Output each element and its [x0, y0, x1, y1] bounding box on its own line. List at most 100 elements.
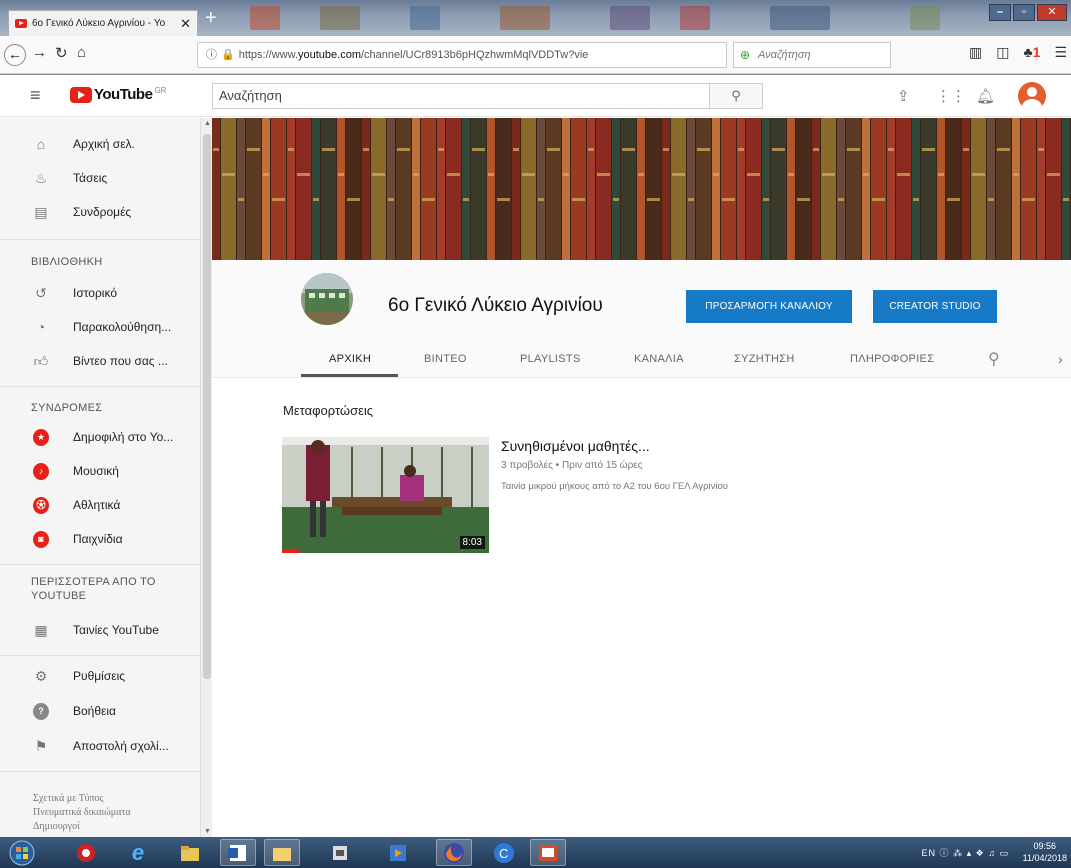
- scroll-up-icon[interactable]: ▲: [204, 120, 211, 127]
- sidebar-item-popular[interactable]: ★ Δημοφιλή στο Yo...: [0, 420, 200, 454]
- video-title[interactable]: Συνηθισμένοι μαθητές...: [501, 438, 650, 454]
- reload-button[interactable]: ↻: [55, 44, 68, 62]
- scrollbar-thumb[interactable]: [203, 134, 211, 679]
- channel-name: 6ο Γενικό Λύκειο Αγρινίου: [388, 295, 603, 316]
- sidebar-item-gaming[interactable]: ◙ Παιχνίδια: [0, 522, 200, 556]
- browser-nav-bar: ← → ↻ ⌂ ⓘ 🔒 https://www.youtube.com/channe…: [0, 36, 1071, 74]
- book-gold-band: [222, 173, 235, 176]
- taskbar-app-player[interactable]: [380, 839, 416, 866]
- guide-menu-icon[interactable]: ≡: [30, 86, 46, 104]
- book-gold-band: [747, 173, 760, 176]
- menu-icon[interactable]: ☰: [1054, 44, 1067, 61]
- start-button[interactable]: [4, 839, 40, 866]
- sidebar-item-history[interactable]: ↺ Ιστορικό: [0, 276, 200, 310]
- chevron-right-icon[interactable]: ›: [1058, 351, 1063, 367]
- library-header: ΒΙΒΛΙΟΘΗΚΗ: [31, 256, 103, 268]
- sidebar-item-music[interactable]: ♪ Μουσική: [0, 454, 200, 488]
- creator-studio-button[interactable]: CREATOR STUDIO: [873, 290, 997, 323]
- account-avatar[interactable]: [1018, 82, 1046, 110]
- book-spine: [387, 118, 395, 260]
- book-gold-band: [588, 148, 594, 151]
- folder-icon: [273, 847, 291, 861]
- addon-icon[interactable]: ♣1: [1023, 44, 1040, 61]
- browser-search-field[interactable]: ⊕ Αναζήτηση: [733, 42, 891, 68]
- footer-creators[interactable]: Δημιουργοί: [33, 820, 131, 834]
- taskbar-app-media[interactable]: [322, 839, 358, 866]
- taskbar-app-firefox[interactable]: [436, 839, 472, 866]
- close-tab-icon[interactable]: ✕: [180, 16, 191, 32]
- tab-videos[interactable]: ΒΙΝΤΕΟ: [424, 353, 467, 365]
- tab-discussion[interactable]: ΣΥΖΗΤΗΣΗ: [734, 353, 795, 365]
- footer-about-press[interactable]: Σχετικά με Τύπος: [33, 792, 131, 806]
- sidebar-item-liked[interactable]: 👍︎ Βίντεο που σας ...: [0, 344, 200, 378]
- sidebar-item-label: Βίντεο που σας ...: [73, 354, 168, 368]
- help-tray-icon[interactable]: ⓘ: [940, 848, 950, 858]
- sidebar-item-label: Παρακολούθηση...: [73, 320, 172, 334]
- minimize-button[interactable]: –: [989, 4, 1011, 21]
- book-gold-band: [322, 148, 335, 151]
- channel-avatar[interactable]: [301, 273, 353, 325]
- book-gold-band: [347, 198, 360, 201]
- video-thumbnail[interactable]: 8:03: [282, 437, 489, 553]
- language-indicator[interactable]: EN: [922, 848, 937, 858]
- notifications-bell-icon[interactable]: 🔔︎: [976, 87, 995, 105]
- tab-about[interactable]: ΠΛΗΡΟΦΟΡΙΕΣ: [850, 353, 934, 365]
- sidebar-item-watch-later[interactable]: ◔ Παρακολούθηση...: [0, 310, 200, 344]
- taskbar-app-ie[interactable]: e: [120, 839, 156, 866]
- new-tab-button[interactable]: +: [205, 8, 217, 28]
- popular-icon: ★: [33, 428, 49, 446]
- taskbar-app-ppt[interactable]: [530, 839, 566, 866]
- customize-channel-button[interactable]: ΠΡΟΣΑΡΜΟΓΗ ΚΑΝΑΛΙΟΥ: [686, 290, 852, 323]
- back-button[interactable]: ←: [4, 44, 26, 66]
- sidebar-item-label: Δημοφιλή στο Yo...: [73, 430, 174, 444]
- scroll-down-icon[interactable]: ▼: [204, 828, 211, 835]
- more-header: ΠΕΡΙΣΣΟΤΕΡΑ ΑΠΟ ΤΟ YOUTUBE: [31, 575, 156, 603]
- channel-search-icon[interactable]: ⚲: [988, 349, 1000, 369]
- taskbar-app-folder[interactable]: [264, 839, 300, 866]
- sidebar-item-sports[interactable]: ⚽︎ Αθλητικά: [0, 488, 200, 522]
- url-bar[interactable]: ⓘ 🔒 https://www.youtube.com/channel/UCr891…: [197, 42, 727, 68]
- action-center-icon[interactable]: ▭: [999, 848, 1009, 858]
- info-icon[interactable]: ⓘ: [206, 49, 217, 61]
- ccleaner-icon: C: [494, 842, 514, 863]
- sidebar-item-trending[interactable]: ♨ Τάσεις: [0, 161, 200, 195]
- taskbar-app-antivirus[interactable]: [68, 839, 104, 866]
- library-icon[interactable]: ▥: [969, 44, 982, 61]
- home-button[interactable]: ⌂: [77, 44, 86, 61]
- book-gold-band: [572, 198, 585, 201]
- show-hidden-icons-chevron-up-icon[interactable]: ▴: [967, 848, 973, 858]
- search-input[interactable]: Αναζήτηση: [212, 83, 710, 109]
- system-clock[interactable]: 09:56 11/04/2018: [1023, 840, 1067, 864]
- uploads-section-title[interactable]: Μεταφορτώσεις: [283, 403, 373, 418]
- sidebar-icon[interactable]: ◫: [996, 44, 1009, 61]
- volume-icon[interactable]: ♫: [988, 848, 996, 858]
- dropbox-icon[interactable]: ❖: [976, 848, 985, 858]
- search-button[interactable]: ⚲: [709, 83, 763, 109]
- sidebar-item-help[interactable]: ? Βοήθεια: [0, 694, 200, 728]
- network-tray-icon[interactable]: ⁂: [953, 848, 963, 858]
- tab-home[interactable]: ΑΡΧΙΚΗ: [329, 353, 371, 365]
- file-explorer-icon: [181, 845, 199, 861]
- book-spine: [637, 118, 645, 260]
- sidebar-item-movies[interactable]: ▦ Ταινίες YouTube: [0, 613, 200, 647]
- tab-channels[interactable]: ΚΑΝΑΛΙΑ: [634, 353, 684, 365]
- taskbar-app-explorer[interactable]: [172, 839, 208, 866]
- footer-copyright[interactable]: Πνευματικά δικαιώματα: [33, 806, 131, 820]
- upload-icon[interactable]: ⇪: [897, 87, 910, 105]
- taskbar-app-word[interactable]: [220, 839, 256, 866]
- more-header-line-2: YOUTUBE: [31, 590, 87, 602]
- sidebar-item-feedback[interactable]: ⚑ Αποστολή σχολί...: [0, 729, 200, 763]
- browser-tab[interactable]: 6ο Γενικό Λύκειο Αγρινίου - Yo ✕: [8, 10, 198, 36]
- taskbar-app-ccleaner[interactable]: C: [486, 839, 522, 866]
- sidebar-item-settings[interactable]: ⚙ Ρυθμίσεις: [0, 659, 200, 693]
- book-spine: [237, 118, 245, 260]
- apps-grid-icon[interactable]: ⋮⋮: [936, 87, 966, 105]
- maximize-button[interactable]: ▫: [1013, 4, 1035, 21]
- sidebar-item-home[interactable]: ⌂ Αρχική σελ.: [0, 127, 200, 161]
- sidebar-scrollbar[interactable]: ▲ ▼: [200, 118, 212, 837]
- sidebar-item-subscriptions[interactable]: ▤ Συνδρομές: [0, 195, 200, 229]
- youtube-logo[interactable]: YouTube GR: [70, 86, 166, 103]
- tab-playlists[interactable]: PLAYLISTS: [520, 353, 581, 365]
- close-window-button[interactable]: ✕: [1037, 4, 1067, 21]
- forward-button[interactable]: →: [32, 44, 47, 61]
